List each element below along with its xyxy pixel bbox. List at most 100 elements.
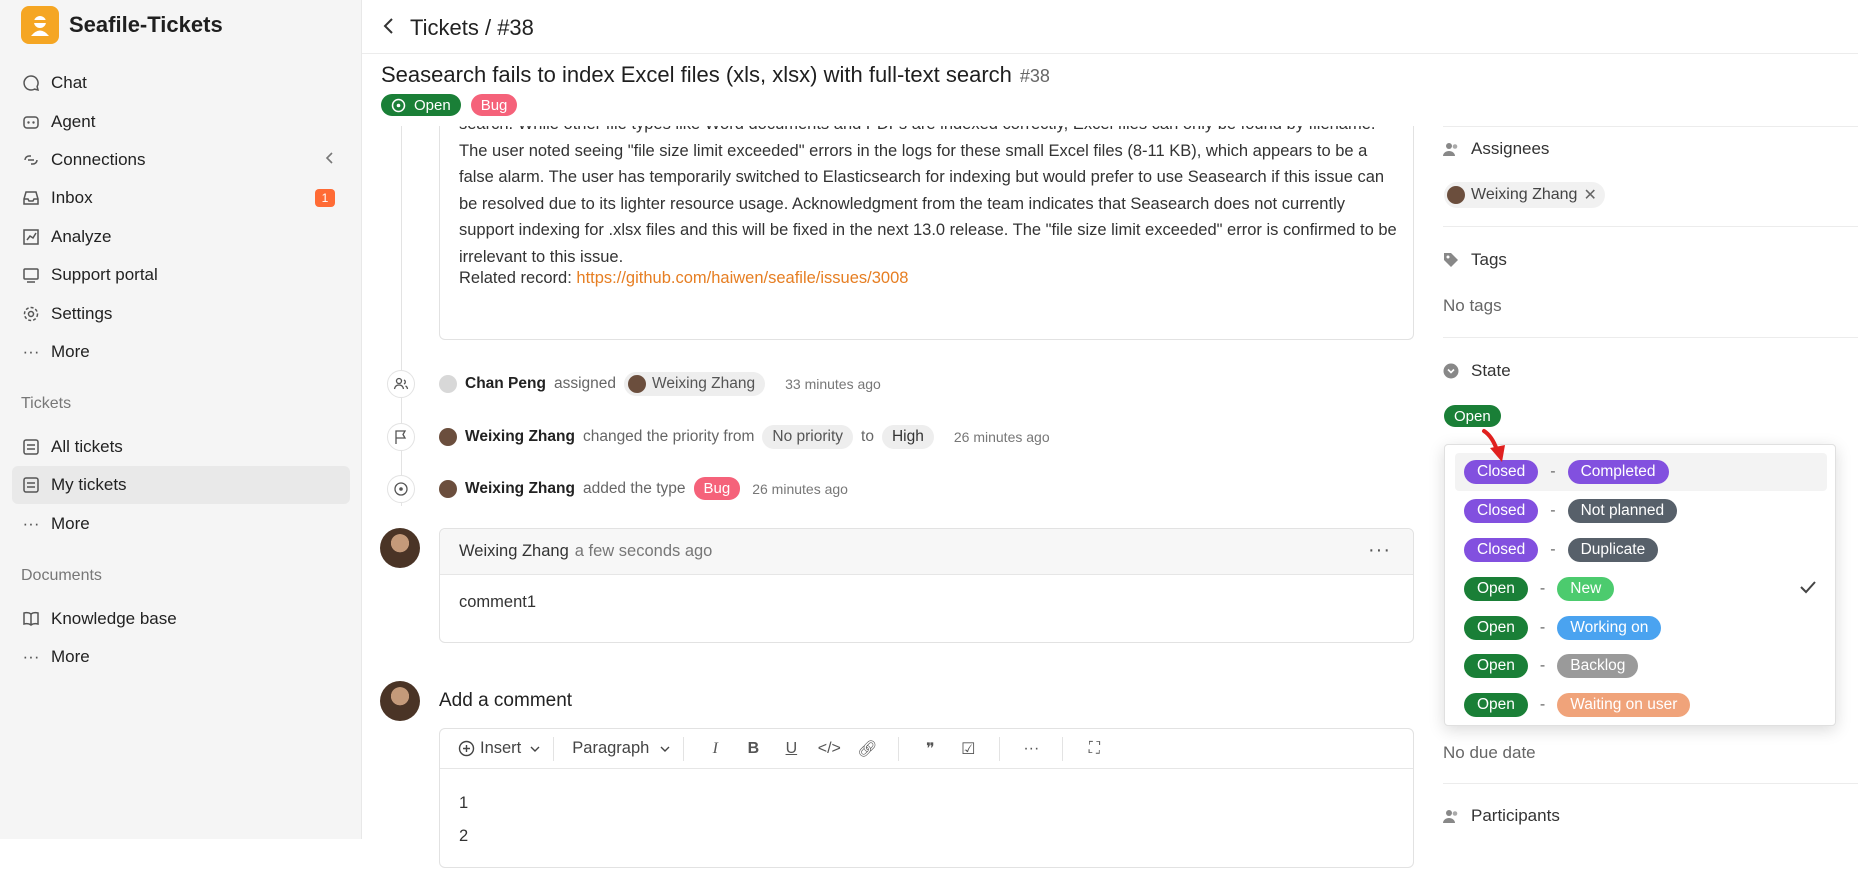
checklist-icon[interactable]: ☑ <box>949 739 987 759</box>
event-action: added the type <box>582 479 686 497</box>
state-option-separator: - <box>1539 619 1546 636</box>
more-icon[interactable]: ··· <box>1012 740 1050 758</box>
state-option-substate: Backlog <box>1557 654 1639 678</box>
state-option-status: Open <box>1464 693 1528 717</box>
paragraph-label: Paragraph <box>572 739 650 757</box>
sidebar-item-label: More <box>51 647 90 666</box>
state-option-status: Closed <box>1464 538 1539 562</box>
sidebar-item-all-tickets[interactable]: All tickets <box>12 428 350 466</box>
state-option-status: Open <box>1464 654 1528 678</box>
timeline-assign-event: Chan Peng assigned Weixing Zhang 33 minu… <box>439 372 881 396</box>
tag-icon <box>1443 252 1463 268</box>
state-option[interactable]: Closed - Duplicate <box>1455 531 1827 569</box>
event-time: 26 minutes ago <box>953 429 1050 445</box>
tags-label[interactable]: Tags <box>1443 250 1507 270</box>
event-actor: Weixing Zhang <box>465 479 575 497</box>
divider <box>1443 783 1858 784</box>
ticket-number: #38 <box>1019 66 1050 86</box>
sidebar-item-agent[interactable]: Agent <box>12 103 350 141</box>
sidebar-item-label: More <box>51 514 90 533</box>
sidebar-item-label: Connections <box>51 150 146 169</box>
assignees-label[interactable]: Assignees <box>1443 139 1549 159</box>
comment-menu-icon[interactable]: ··· <box>1368 539 1391 562</box>
participants-label[interactable]: Participants <box>1443 806 1560 826</box>
breadcrumb[interactable]: Tickets / #38 <box>410 15 534 41</box>
editor-content[interactable]: 1 2 <box>440 769 1413 871</box>
code-icon[interactable]: </> <box>810 740 848 758</box>
divider <box>1443 226 1858 227</box>
divider <box>1443 337 1858 338</box>
timeline-priority-event: Weixing Zhang changed the priority from … <box>439 425 1050 449</box>
state-label-text: State <box>1471 361 1511 380</box>
state-option-separator: - <box>1550 502 1556 519</box>
avatar <box>380 681 420 721</box>
state-dropdown: Closed - Completed Closed - Not planned Closed… <box>1444 444 1836 726</box>
paragraph-select[interactable]: Paragraph <box>572 739 671 758</box>
sidebar-item-label: Chat <box>51 73 87 92</box>
sidebar-item-label: My tickets <box>51 475 127 494</box>
state-option-status: Closed <box>1464 499 1539 523</box>
back-arrow-icon[interactable] <box>382 16 396 41</box>
sidebar: Seafile-Tickets Chat Agent Connections I… <box>0 0 362 839</box>
sidebar-item-more[interactable]: ··· More <box>12 333 350 371</box>
state-option[interactable]: Open - Backlog <box>1455 647 1827 685</box>
comment-body: comment1 <box>459 593 537 611</box>
event-time: 33 minutes ago <box>785 376 881 392</box>
event-to-word: to <box>861 428 874 445</box>
state-option-substate: Working on <box>1557 616 1662 640</box>
state-selector[interactable]: Open <box>1444 405 1501 427</box>
sidebar-item-inbox[interactable]: Inbox 1 <box>12 179 350 217</box>
sidebar-item-knowledge-base[interactable]: Knowledge base <box>12 600 350 638</box>
priority-to-chip: High <box>881 425 934 449</box>
type-badge: Bug <box>470 94 518 116</box>
bold-icon[interactable]: B <box>734 740 772 758</box>
sidebar-item-support-portal[interactable]: Support portal <box>12 256 350 294</box>
related-link[interactable]: https://github.com/haiwen/seafile/issues… <box>576 269 908 287</box>
state-option-separator: - <box>1539 696 1546 713</box>
insert-label: Insert <box>480 739 522 757</box>
state-option[interactable]: Closed - Not planned <box>1455 492 1827 530</box>
documents-section-title: Documents <box>21 567 102 584</box>
state-option[interactable]: Open - Working on <box>1455 609 1827 647</box>
sidebar-item-chat[interactable]: Chat <box>12 64 350 102</box>
remove-assignee-icon[interactable]: ✕ <box>1583 185 1596 205</box>
sidebar-item-analyze[interactable]: Analyze <box>12 218 350 256</box>
timeline-type-event: Weixing Zhang added the type Bug 26 minu… <box>439 477 848 500</box>
chevron-left-icon[interactable] <box>324 150 336 170</box>
list-icon <box>21 437 41 457</box>
fullscreen-icon[interactable]: ⛶ <box>1075 740 1113 758</box>
list-icon <box>21 475 41 495</box>
annotation-arrow <box>1482 429 1505 462</box>
toolbar-divider <box>898 736 900 761</box>
sidebar-item-tickets-more[interactable]: ··· More <box>12 505 350 543</box>
insert-button[interactable]: Insert <box>458 739 541 758</box>
comment-editor: Insert Paragraph I B U </> 🔗︎ ❞ ☑ ··· ⛶ … <box>439 728 1414 868</box>
sidebar-item-label: Knowledge base <box>51 609 177 628</box>
description-card: search. While other file types like Word… <box>439 126 1414 340</box>
state-option-separator: - <box>1539 657 1546 674</box>
assignees-label-text: Assignees <box>1471 139 1550 158</box>
avatar <box>439 375 457 393</box>
link-icon[interactable]: 🔗︎ <box>848 739 886 759</box>
underline-icon[interactable]: U <box>772 740 810 758</box>
brand[interactable]: Seafile-Tickets <box>21 6 223 44</box>
sidebar-item-my-tickets[interactable]: My tickets <box>12 466 350 504</box>
sidebar-item-settings[interactable]: Settings <box>12 295 350 333</box>
event-time: 26 minutes ago <box>752 480 848 497</box>
quote-icon[interactable]: ❞ <box>911 739 949 759</box>
sidebar-item-documents-more[interactable]: ··· More <box>12 638 350 676</box>
state-option[interactable]: Open - New <box>1455 570 1827 608</box>
avatar <box>1447 186 1465 204</box>
state-option-separator: - <box>1539 580 1546 597</box>
state-option-substate: Duplicate <box>1567 538 1659 562</box>
toolbar-divider <box>683 736 685 761</box>
assignee-name: Weixing Zhang <box>1471 186 1578 203</box>
italic-icon[interactable]: I <box>696 740 734 758</box>
event-actor: Chan Peng <box>465 375 546 392</box>
ticket-title-block: Seasearch fails to index Excel files (xl… <box>381 62 1050 88</box>
sidebar-item-connections[interactable]: Connections <box>12 141 350 179</box>
state-option[interactable]: Open - Waiting on user <box>1455 686 1827 724</box>
assignee-chip[interactable]: Weixing Zhang ✕ <box>1444 182 1605 208</box>
state-label[interactable]: State <box>1443 361 1511 381</box>
more-icon: ··· <box>22 647 40 666</box>
